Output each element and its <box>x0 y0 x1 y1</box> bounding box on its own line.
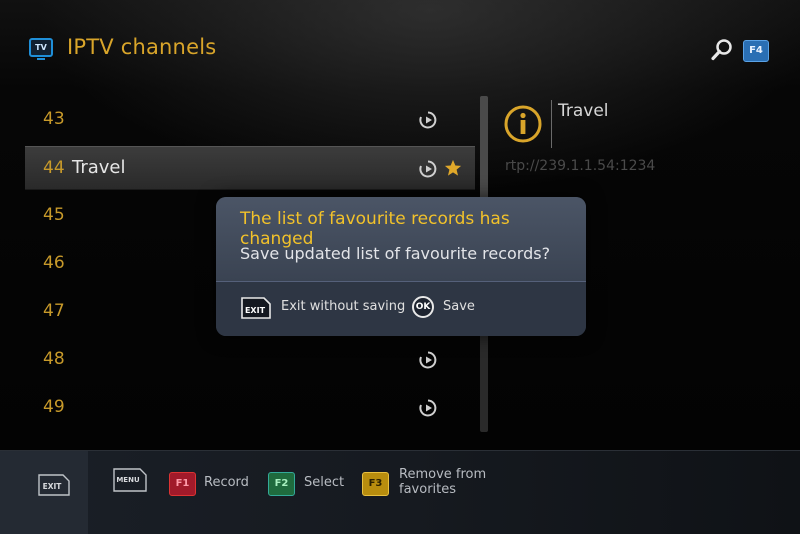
page-title: IPTV channels <box>67 35 217 59</box>
channel-number: 47 <box>43 301 65 321</box>
play-circle-icon <box>419 351 437 369</box>
favourites-changed-dialog: The list of favourite records has change… <box>216 197 586 336</box>
channel-row-44[interactable]: 44 Travel <box>25 146 475 190</box>
favorite-star-icon <box>444 159 462 176</box>
menu-key-icon[interactable]: MENU <box>112 467 148 493</box>
play-circle-icon <box>419 111 437 129</box>
exit-key-icon[interactable]: EXIT <box>240 296 272 320</box>
exit-key-area[interactable]: EXIT <box>0 451 88 534</box>
dialog-message: Save updated list of favourite records? <box>240 244 551 263</box>
channel-number: 48 <box>43 349 65 369</box>
info-icon <box>504 105 542 143</box>
exit-key-text: EXIT <box>43 482 63 491</box>
dialog-title: The list of favourite records has change… <box>240 209 510 249</box>
channel-name: Travel <box>72 157 126 178</box>
dialog-actions: EXIT Exit without saving OK Save <box>216 281 586 336</box>
dialog-body: The list of favourite records has change… <box>216 197 586 281</box>
menu-key-text: MENU <box>116 476 140 484</box>
bottom-key-bar: EXIT MENU F1 Record F2 Select F3 Remove … <box>0 450 800 534</box>
play-circle-icon <box>419 160 437 178</box>
info-channel-url: rtp://239.1.1.54:1234 <box>505 158 656 174</box>
channel-row-43[interactable]: 43 <box>25 98 475 142</box>
scrollbar-thumb[interactable] <box>480 96 488 206</box>
f2-key[interactable]: F2 <box>268 472 295 496</box>
ok-key-icon[interactable]: OK <box>412 296 434 318</box>
select-label[interactable]: Select <box>304 475 344 490</box>
search-icon[interactable] <box>710 38 734 62</box>
remove-from-favorites-label-line2[interactable]: favorites <box>399 482 456 497</box>
record-label[interactable]: Record <box>204 475 249 490</box>
channel-number: 49 <box>43 397 65 417</box>
f3-key[interactable]: F3 <box>362 472 389 496</box>
exit-key-text: EXIT <box>245 306 266 315</box>
save-button[interactable]: Save <box>443 299 475 314</box>
channel-number: 43 <box>43 109 65 129</box>
channel-number: 44 <box>43 158 65 178</box>
f1-key[interactable]: F1 <box>169 472 196 496</box>
f4-key[interactable]: F4 <box>743 40 769 62</box>
exit-key-icon[interactable]: EXIT <box>37 473 71 497</box>
channel-number: 45 <box>43 205 65 225</box>
remove-from-favorites-label-line1[interactable]: Remove from <box>399 467 486 482</box>
info-channel-title: Travel <box>558 101 609 121</box>
channel-number: 46 <box>43 253 65 273</box>
tv-icon: TV <box>29 38 53 60</box>
play-circle-icon <box>419 399 437 417</box>
exit-without-saving-button[interactable]: Exit without saving <box>281 299 405 314</box>
channel-row-48[interactable]: 48 <box>25 338 475 382</box>
channel-row-49[interactable]: 49 <box>25 386 475 430</box>
info-divider <box>551 100 552 148</box>
